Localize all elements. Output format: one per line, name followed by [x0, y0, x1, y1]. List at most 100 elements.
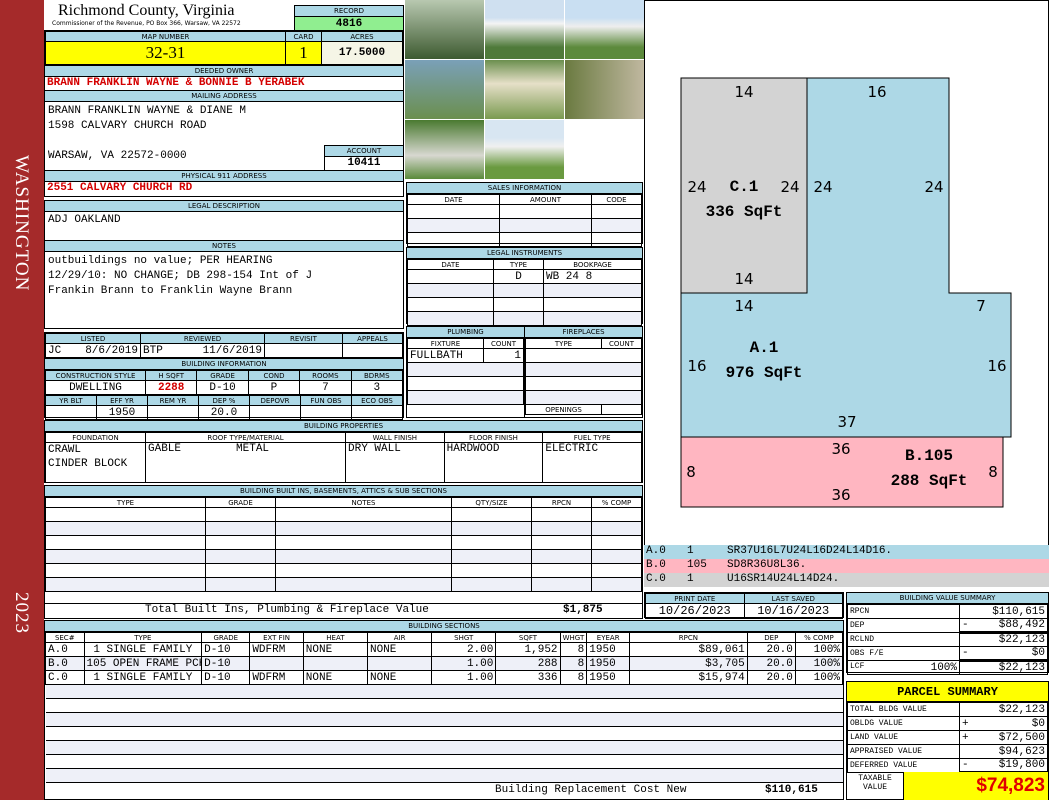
dimension-label: 14 — [734, 270, 753, 288]
summary-pct: 100% — [930, 661, 957, 674]
fireplaces-title: FIREPLACES — [525, 327, 642, 338]
summary-label: OBLDG VALUE — [850, 719, 903, 728]
fixture: FULLBATH — [407, 348, 484, 363]
reviewed-date: 11/6/2019 — [202, 344, 262, 357]
summary-label: LAND VALUE — [850, 733, 899, 742]
revisit-label: REVISIT — [264, 333, 343, 344]
building-sketch[interactable]: C.1 336 SqFt A.1 976 SqFt B.105 288 SqFt… — [645, 1, 1049, 546]
section-cell: 20.0 — [746, 656, 796, 671]
fixture-count: 1 — [483, 348, 524, 363]
section-row — [45, 698, 843, 713]
vector-row[interactable]: A.0 1 SR37U16L7U24L16D24L14D16. — [644, 545, 1049, 559]
section-cell: WDFRM — [249, 670, 304, 685]
vector-row[interactable]: C.0 1 U16SR14U24L14D24. — [644, 573, 1049, 587]
section-row — [45, 684, 843, 699]
section-cell: D-10 — [201, 656, 251, 671]
summary-label: RPCN — [850, 607, 870, 616]
property-photo[interactable] — [405, 120, 484, 179]
col-bookpage: BOOKPAGE — [543, 259, 642, 270]
section-cell — [302, 656, 368, 671]
section-cell: 336 — [495, 670, 561, 685]
owner-box: DEEDED OWNER BRANN FRANKLIN WAYNE & BONN… — [44, 65, 404, 91]
dimension-label: 16 — [687, 357, 706, 375]
builtin-row — [45, 507, 642, 522]
section-cell: 8 — [559, 642, 588, 657]
summary-value: $0 — [1031, 647, 1045, 659]
account-label: ACCOUNT — [325, 146, 403, 157]
section-col-label: EYEAR — [586, 632, 631, 643]
building-info-label: GRADE — [196, 370, 249, 381]
section-row — [45, 726, 843, 741]
building-info-value — [300, 405, 352, 420]
sections-title: BUILDING SECTIONS — [45, 621, 843, 632]
property-photo[interactable] — [485, 60, 564, 119]
fuel-label: FUEL TYPE — [542, 432, 642, 443]
fuel-type: ELECTRIC — [542, 442, 642, 483]
summary-value: $72,500 — [998, 731, 1045, 744]
builtin-row — [45, 535, 642, 550]
physical-address: 2551 CALVARY CHURCH RD — [47, 182, 193, 194]
dimension-label: 24 — [813, 178, 832, 196]
summary-row: OBS F/E - $0 — [847, 646, 1048, 662]
property-photo[interactable] — [485, 0, 564, 59]
property-photo[interactable] — [405, 60, 484, 119]
section-cell: 105 OPEN FRAME PCH — [83, 656, 203, 671]
building-info-title: BUILDING INFORMATION — [45, 359, 403, 370]
dimension-label: 37 — [837, 413, 856, 431]
building-info-label: DEPOVR — [249, 395, 301, 406]
property-photo[interactable] — [565, 0, 644, 59]
building-info-value: 1950 — [96, 405, 148, 420]
summary-row: OBLDG VALUE + $0 — [847, 716, 1048, 731]
plumbing: PLUMBING FIXTURE COUNT FULLBATH 1 — [406, 326, 525, 418]
section-cell: 1950 — [586, 656, 631, 671]
summary-row: DEFERRED VALUE - $19,800 — [847, 758, 1048, 774]
record-label: RECORD — [295, 6, 403, 17]
summary-label: LCF — [850, 661, 865, 671]
sketch-panel: C.1 336 SqFt A.1 976 SqFt B.105 288 SqFt… — [644, 0, 1049, 546]
section-cell: 1950 — [586, 642, 631, 657]
col-qty: QTY/SIZE — [451, 497, 532, 508]
section-cell: 100% — [794, 642, 844, 657]
col-type: TYPE — [493, 259, 544, 270]
summary-label: DEP — [850, 621, 865, 630]
building-value-summary: BUILDING VALUE SUMMARY RPCN $110,615 DEP - $… — [846, 592, 1049, 675]
property-photo[interactable] — [405, 0, 484, 59]
section-cell: 2.00 — [431, 642, 497, 657]
record-number: 4816 — [295, 17, 403, 31]
summary-sign: + — [962, 717, 969, 730]
col-amount: AMOUNT — [499, 194, 592, 205]
building-sections: BUILDING SECTIONS SEC# TYPE GRADE EXT FIN HE… — [44, 620, 844, 800]
building-info-value — [249, 405, 301, 420]
mailing-label: MAILING ADDRESS — [45, 91, 403, 102]
parcel-summary: PARCEL SUMMARY TOTAL BLDG VALUE $22,123 OB… — [846, 681, 1049, 800]
account-number: 10411 — [347, 157, 381, 169]
wall-finish: DRY WALL — [345, 442, 445, 483]
property-photo[interactable] — [565, 60, 644, 119]
roof-material: METAL — [236, 443, 270, 456]
summary-label: TOTAL BLDG VALUE — [850, 705, 927, 714]
summary-value: $22,123 — [998, 703, 1045, 716]
built-ins: BUILDING BUILT INS, BASEMENTS, ATTICS & … — [44, 485, 643, 619]
section-cell: C.0 — [45, 670, 85, 685]
section-cell: 100% — [794, 670, 844, 685]
section-col-label: GRADE — [201, 632, 251, 643]
section-cell: 1950 — [586, 670, 631, 685]
building-info-value: D-10 — [196, 380, 249, 395]
parcel-title: PARCEL SUMMARY — [847, 682, 1048, 702]
physical-label: PHYSICAL 911 ADDRESS — [45, 171, 403, 182]
col-count: COUNT — [601, 338, 642, 349]
card-number: 1 — [285, 41, 322, 65]
vector-sec: B.0 — [646, 559, 666, 571]
col-fixture: FIXTURE — [407, 338, 484, 349]
dimension-label: 8 — [988, 463, 998, 481]
building-props-title: BUILDING PROPERTIES — [45, 421, 642, 432]
summary-sign: - — [962, 647, 969, 659]
vector-row[interactable]: B.0 105 SD8R36U8L36. — [644, 559, 1049, 573]
section-cell: 100% — [794, 656, 844, 671]
builtins-title: BUILDING BUILT INS, BASEMENTS, ATTICS & … — [45, 486, 642, 497]
section-col-label: WHGT — [559, 632, 588, 643]
section-row: A.0 1 SINGLE FAMILY D-10 WDFRM NONE NONE 2.00 1… — [45, 642, 844, 657]
notes-line: outbuildings no value; PER HEARING — [48, 255, 273, 267]
map-number: 32-31 — [45, 41, 286, 65]
property-photo[interactable] — [485, 120, 564, 179]
